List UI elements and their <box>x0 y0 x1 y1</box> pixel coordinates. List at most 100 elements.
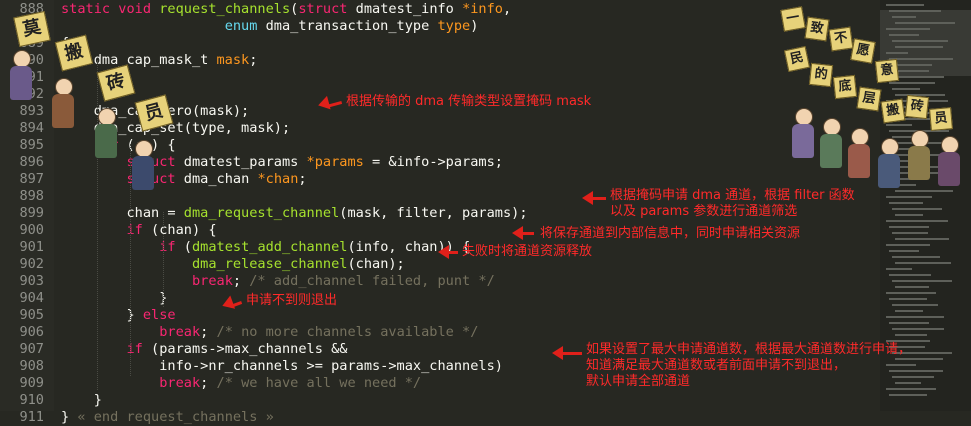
code-line[interactable]: 902 dma_release_channel(chan); <box>0 256 404 273</box>
code-token: = &info->params; <box>363 154 503 170</box>
code-token: } <box>61 392 102 408</box>
minimap-line <box>892 280 952 282</box>
line-number: 905 <box>19 307 44 323</box>
code-line[interactable]: 896 struct dmatest_params *params = &inf… <box>0 154 503 171</box>
line-number: 907 <box>19 341 44 357</box>
minimap-line <box>892 16 916 18</box>
minimap-line <box>886 196 932 198</box>
code-line[interactable]: enum dma_transaction_type type) <box>0 18 479 35</box>
minimap-line <box>886 268 912 270</box>
code-line[interactable]: 906 break; /* no more channels available… <box>0 324 478 341</box>
code-line[interactable]: 905 } else <box>0 307 176 324</box>
code-token: struct <box>298 1 356 17</box>
code-token: break <box>159 324 201 340</box>
code-token: void <box>118 1 160 17</box>
code-line[interactable]: 904 } <box>0 290 167 307</box>
code-line[interactable]: 901 if (dmatest_add_channel(info, chan))… <box>0 239 470 256</box>
sign-card: 的 <box>808 62 834 88</box>
line-number: 897 <box>19 171 44 187</box>
minimap-line <box>895 214 923 216</box>
annotation-cap-mask: 根据传输的 dma 传输类型设置掩码 mask <box>346 94 592 109</box>
code-token: break <box>191 273 233 289</box>
code-token: info->nr_channels >= params->max_channel… <box>61 358 503 374</box>
code-line[interactable]: 898 <box>0 188 61 205</box>
line-number: 904 <box>19 290 44 306</box>
code-line[interactable]: 907 if (params->max_channels && <box>0 341 347 358</box>
indent-guide <box>130 144 131 376</box>
code-token: *params <box>306 154 364 170</box>
minimap-line <box>895 238 949 240</box>
code-token: request_channels <box>159 1 291 17</box>
code-token: /* we have all we need */ <box>216 375 422 391</box>
code-token: ; <box>232 273 250 289</box>
sign-card: 意 <box>874 58 900 84</box>
code-line[interactable]: 909 break; /* we have all we need */ <box>0 375 421 392</box>
minimap-line <box>886 316 944 318</box>
code-token: else <box>142 307 176 323</box>
line-number: 898 <box>19 188 44 204</box>
minimap-line <box>886 244 930 246</box>
line-number: 899 <box>19 205 44 221</box>
minimap-line <box>886 4 924 6</box>
code-token: } <box>61 409 78 425</box>
code-line[interactable]: 893 dma_cap_zero(mask); <box>0 103 249 120</box>
minimap-line <box>892 64 932 66</box>
minimap-line <box>889 10 941 12</box>
code-line[interactable]: 890 dma_cap_mask_t mask; <box>0 52 257 69</box>
code-line[interactable]: 903 break; /* add_channel failed, punt *… <box>0 273 495 290</box>
code-line[interactable]: 899 chan = dma_request_channel(mask, fil… <box>0 205 527 222</box>
code-token: } <box>61 290 168 306</box>
minimap-line <box>886 28 930 30</box>
annotation-release-channel: 失败时将通道资源释放 <box>462 244 593 259</box>
minimap-line <box>886 292 936 294</box>
minimap-line <box>895 70 929 72</box>
minimap-line <box>892 232 928 234</box>
sign-card: 致 <box>804 16 830 42</box>
minimap-line <box>892 208 942 210</box>
line-number: 908 <box>19 358 44 374</box>
annotation-exit: 申请不到则退出 <box>246 293 338 308</box>
code-token: « end request_channels » <box>77 409 274 425</box>
code-line[interactable]: 910 } <box>0 392 102 409</box>
code-line[interactable]: 911} « end request_channels » <box>0 409 274 426</box>
code-token: /* no more channels available */ <box>216 324 479 340</box>
minimap-line <box>892 88 920 90</box>
code-line[interactable]: 888 static void request_channels(struct d… <box>0 1 511 18</box>
line-number: 900 <box>19 222 44 238</box>
annotation-add-channel: 将保存通道到内部信息中，同时申请相关资源 <box>540 226 801 241</box>
code-token: ( <box>183 239 192 255</box>
minimap-line <box>895 46 943 48</box>
code-token: chan = <box>61 205 184 221</box>
code-token: ; <box>249 52 258 68</box>
code-token: dmatest_add_channel <box>191 239 348 255</box>
sign-card: 不 <box>828 26 854 52</box>
code-token: *info <box>462 1 503 17</box>
line-number: 896 <box>19 154 44 170</box>
sign-card: 底 <box>832 74 858 100</box>
code-line[interactable]: 908 info->nr_channels >= params->max_cha… <box>0 358 503 375</box>
line-number: 895 <box>19 137 44 153</box>
code-token: /* add_channel failed, punt */ <box>249 273 495 289</box>
line-number: 906 <box>19 324 44 340</box>
sign-card: 愿 <box>850 38 876 64</box>
code-token: dma_chan <box>183 171 258 187</box>
sign-card: 员 <box>929 107 953 131</box>
code-line[interactable]: 900 if (chan) { <box>0 222 216 239</box>
minimap-line <box>886 52 908 54</box>
line-number: 894 <box>19 120 44 136</box>
sign-card: 民 <box>783 45 811 73</box>
minimap-line <box>889 58 953 60</box>
line-number: 893 <box>19 103 44 119</box>
minimap-line <box>895 262 951 264</box>
annotation-request-channel: 根据掩码申请 dma 通道，根据 filter 函数 以及 params 参数进… <box>610 188 855 219</box>
code-token: ; <box>200 324 217 340</box>
indent-guide <box>97 60 98 390</box>
minimap-line <box>889 274 931 276</box>
code-token: enum <box>224 18 266 34</box>
line-number: 909 <box>19 375 44 391</box>
